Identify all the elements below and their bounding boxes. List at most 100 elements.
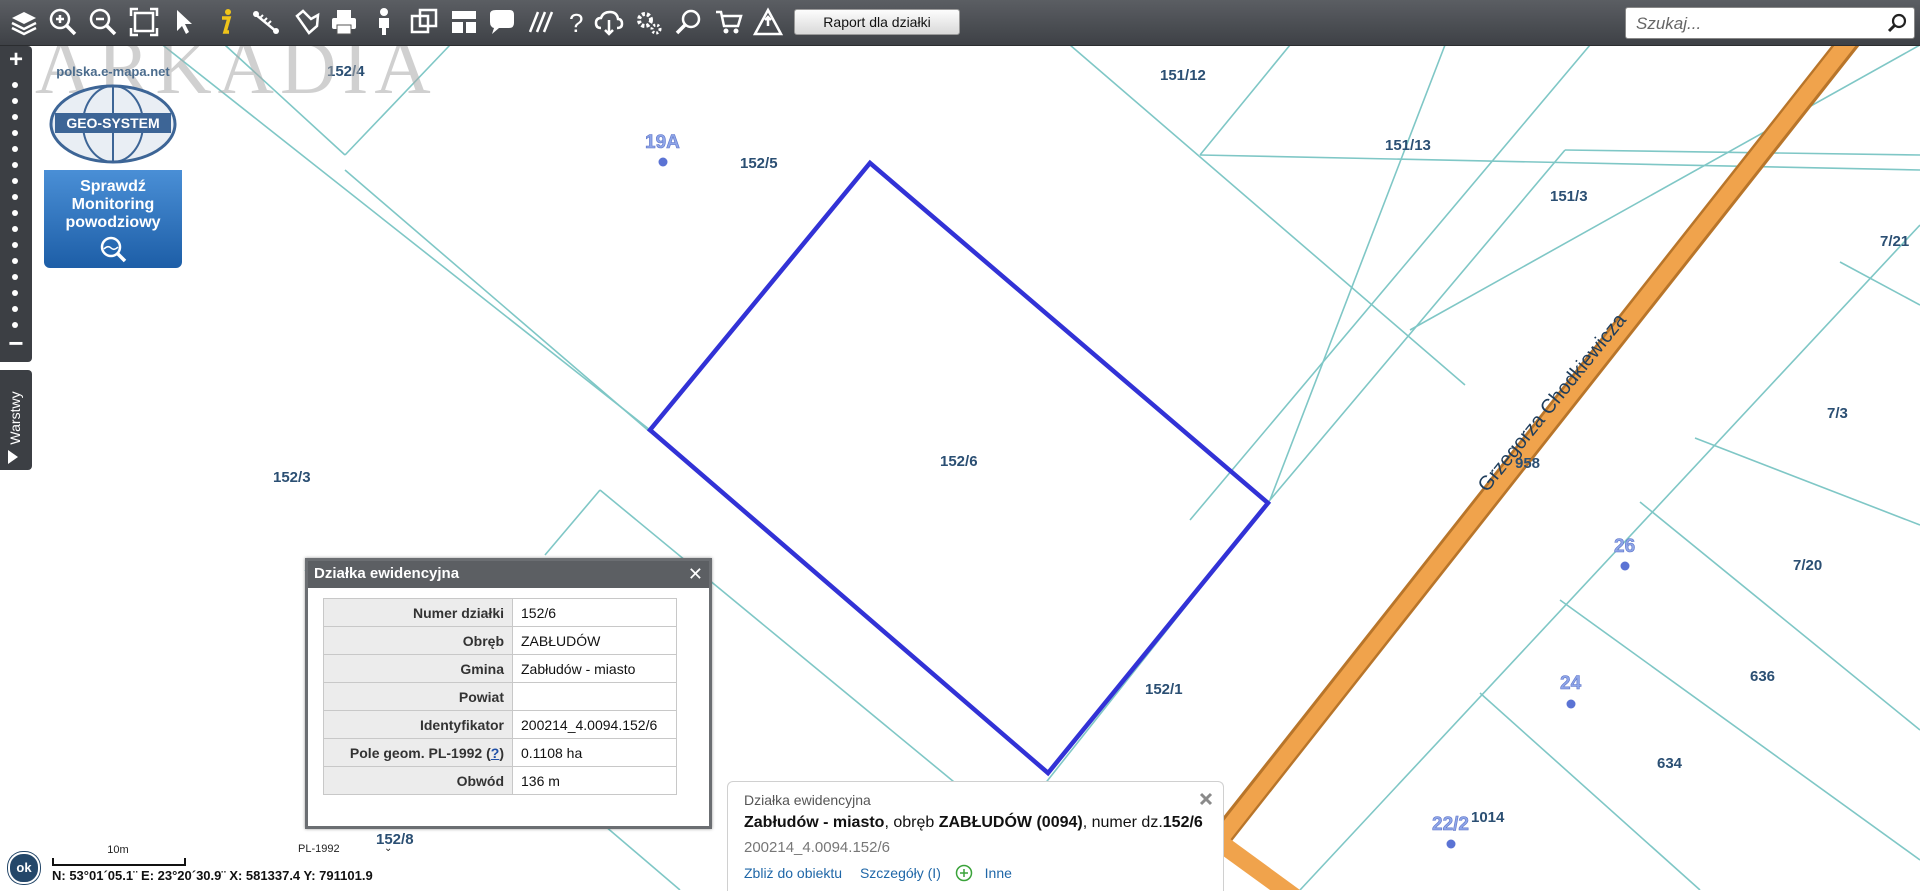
object-type: Działka ewidencyjna [744,792,871,808]
svg-text:GEO-SYSTEM: GEO-SYSTEM [66,115,159,131]
attribute-key: Pole geom. PL-1992 [349,744,483,761]
search-box [1625,7,1915,39]
zoom-level-dot[interactable] [12,98,18,104]
parcel-attributes-table: Numer działki 152/6 Obręb ZABŁUDÓW Gmina Za… [323,598,677,795]
close-icon[interactable]: ✕ [688,564,703,584]
zoom-to-object-link[interactable]: Zbliż do obiektu [744,865,842,881]
popup-title: Działka ewidencyjna [314,565,460,582]
print-icon[interactable] [328,6,360,38]
parcel-label: 152/5 [740,155,778,172]
measure-area-icon[interactable] [291,6,323,38]
zoom-level-dot[interactable] [12,290,18,296]
search-input[interactable] [1634,12,1878,36]
zoom-level-dot[interactable] [12,274,18,280]
parcel-label: 152/1 [1145,681,1183,698]
cart-icon[interactable] [713,6,745,38]
zoom-level-dot[interactable] [12,226,18,232]
map-compare-icon[interactable] [408,6,440,38]
parcel-map[interactable]: Grzegorza Chodkiewicza 152/4 151/12 152/… [0,0,1920,890]
zoom-level-dot[interactable] [12,82,18,88]
parcel-label: 152/3 [273,469,311,486]
attribute-value: 0.1108 ha [512,738,677,767]
zoom-slider[interactable]: + − [0,46,32,362]
address-number: 24 [1560,673,1582,694]
zoom-level-dot[interactable] [12,306,18,312]
parcel-report-button[interactable]: Raport dla działki [794,9,960,35]
table-row: Gmina Zabłudów - miasto [323,654,677,683]
parcel-label: 1014 [1471,809,1505,826]
help-link[interactable]: ? [491,745,500,761]
comment-icon[interactable] [486,6,518,38]
object-identifier: 200214_4.0094.152/6 [744,839,890,856]
parcel-label: 152/6 [940,453,978,470]
zoom-level-dot[interactable] [12,146,18,152]
parcel-number: 152/6 [1162,814,1203,831]
warning-icon[interactable] [752,6,784,38]
parcel-label: 634 [1657,755,1683,772]
table-row: Numer działki 152/6 [323,598,677,627]
gmina-name: Zabłudów - miasto [744,814,885,831]
parcel-label: 151/3 [1550,188,1588,205]
cloud-download-icon[interactable] [593,6,625,38]
address-number: 19A [645,132,680,153]
layers-panel-tab[interactable]: Warstwy [0,370,32,470]
zoom-level-dot[interactable] [12,210,18,216]
attribute-key: Powiat [323,682,513,711]
geo-system-logo: polska.e-mapa.net GEO-SYSTEM Sprawdź Mon… [44,64,182,268]
crs-select[interactable]: PL-1992 ⌄ [298,843,398,861]
hatch-icon[interactable] [526,6,558,38]
measure-distance-icon[interactable] [250,6,282,38]
object-description: Zabłudów - miasto, obręb ZABŁUDÓW (0094)… [744,814,1203,832]
zoom-level-dot[interactable] [12,130,18,136]
attribute-key: Obręb [323,626,513,655]
zoom-level-dot[interactable] [12,162,18,168]
zoom-level-dot[interactable] [12,242,18,248]
address-number: 22/2 [1432,814,1469,835]
zoom-level-dot[interactable] [12,178,18,184]
scale-label: 10m [107,844,129,856]
search-icon[interactable] [1886,12,1908,34]
zoom-level-dot[interactable] [12,194,18,200]
attribute-key: Gmina [323,654,513,683]
zoom-in-button[interactable]: + [5,48,27,72]
scale-bar-line [52,858,186,866]
magnifier-icon [100,236,127,263]
object-actions: Zbliż do obiektu Szczegóły (I) Inne [744,864,1012,882]
add-icon[interactable] [955,864,973,882]
table-row: Identyfikator 200214_4.0094.152/6 [323,710,677,739]
popup-header: Działka ewidencyjna ✕ [308,561,709,588]
close-icon[interactable] [1197,790,1215,808]
info-icon[interactable] [210,6,242,38]
zoom-level-dot[interactable] [12,258,18,264]
pointer-icon[interactable] [169,6,201,38]
address-point [658,157,668,167]
ok-button[interactable]: ok [8,852,40,884]
street-view-icon[interactable] [368,6,400,38]
zoom-in-icon[interactable] [47,6,79,38]
flood-monitoring-button[interactable]: Sprawdź Monitoring powodziowy [44,170,182,268]
layers-icon[interactable] [8,6,40,38]
other-link[interactable]: Inne [985,865,1012,881]
zoom-level-dot[interactable] [12,114,18,120]
map-canvas[interactable]: Grzegorza Chodkiewicza 152/4 151/12 152/… [0,0,1920,890]
details-link[interactable]: Szczegóły (I) [860,865,941,881]
site-url: polska.e-mapa.net [56,64,170,79]
chevron-down-icon: ⌄ [384,843,393,854]
parcel-label: 7/20 [1793,557,1822,574]
attribute-value: 152/6 [512,598,677,627]
attribute-value: Zabłudów - miasto [512,654,677,683]
help-icon[interactable]: ? [560,6,592,38]
search-location-icon[interactable] [673,6,705,38]
zoom-out-button[interactable]: − [5,330,27,356]
crs-value: PL-1992 [298,843,340,855]
address-point [1566,699,1576,709]
address-number: 26 [1614,536,1635,557]
settings-icon[interactable] [633,6,665,38]
zoom-out-icon[interactable] [87,6,119,38]
zoom-extent-icon[interactable] [128,6,160,38]
layout-icon[interactable] [448,6,480,38]
attribute-value: 136 m [512,766,677,795]
attribute-key-with-help: Pole geom. PL-1992 (?) [323,738,513,767]
parcel-label: 151/12 [1160,67,1206,84]
parcel-label: 7/3 [1827,405,1848,422]
